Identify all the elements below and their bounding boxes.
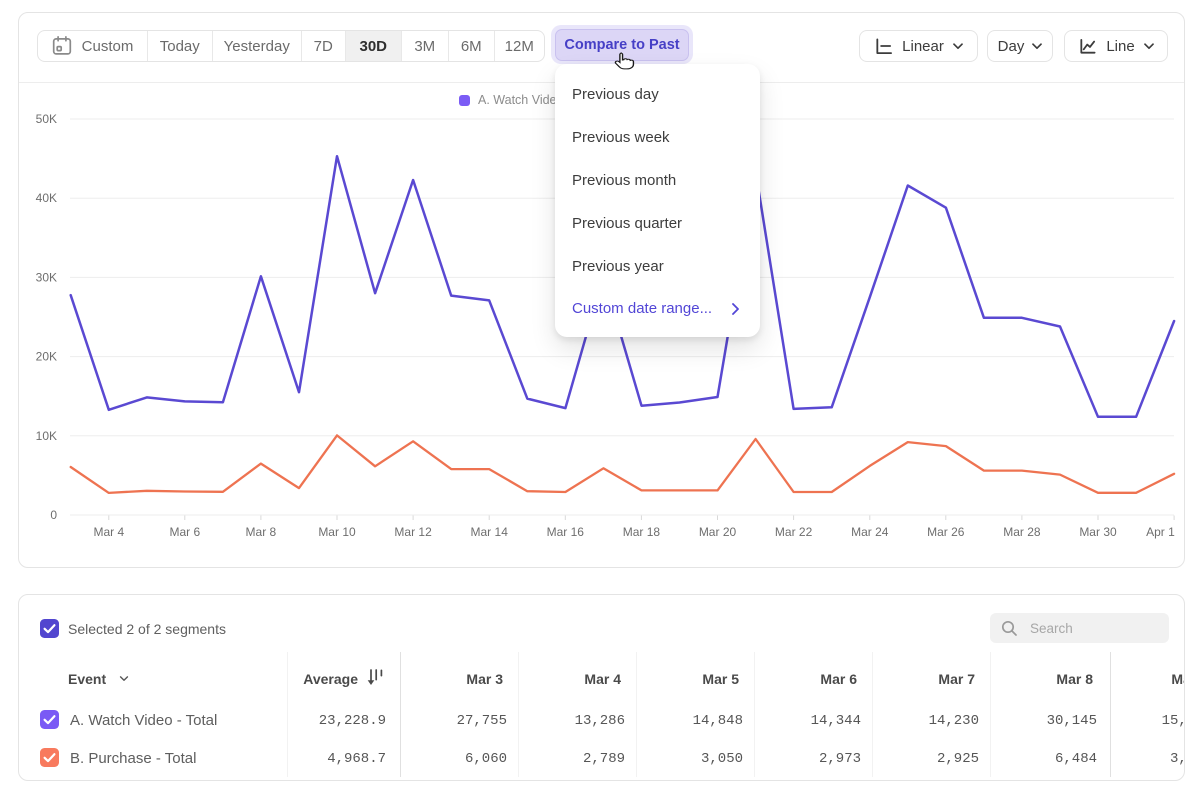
svg-text:0: 0 bbox=[50, 508, 57, 522]
svg-text:20K: 20K bbox=[36, 350, 57, 364]
svg-text:Mar 22: Mar 22 bbox=[775, 525, 813, 539]
svg-text:Mar 4: Mar 4 bbox=[93, 525, 124, 539]
svg-text:Mar 6: Mar 6 bbox=[169, 525, 200, 539]
svg-text:Mar 8: Mar 8 bbox=[246, 525, 277, 539]
svg-text:Mar 16: Mar 16 bbox=[547, 525, 585, 539]
svg-text:Mar 18: Mar 18 bbox=[623, 525, 661, 539]
svg-text:Apr 1: Apr 1 bbox=[1146, 525, 1175, 539]
svg-text:Mar 20: Mar 20 bbox=[699, 525, 737, 539]
svg-text:Mar 14: Mar 14 bbox=[471, 525, 509, 539]
svg-text:10K: 10K bbox=[36, 429, 57, 443]
svg-text:40K: 40K bbox=[36, 191, 57, 205]
svg-text:Mar 10: Mar 10 bbox=[318, 525, 356, 539]
svg-text:50K: 50K bbox=[36, 112, 57, 126]
svg-text:Mar 28: Mar 28 bbox=[1003, 525, 1041, 539]
svg-text:Mar 24: Mar 24 bbox=[851, 525, 889, 539]
svg-text:Mar 30: Mar 30 bbox=[1079, 525, 1117, 539]
svg-text:30K: 30K bbox=[36, 270, 57, 284]
svg-text:Mar 26: Mar 26 bbox=[927, 525, 965, 539]
svg-text:Mar 12: Mar 12 bbox=[394, 525, 432, 539]
